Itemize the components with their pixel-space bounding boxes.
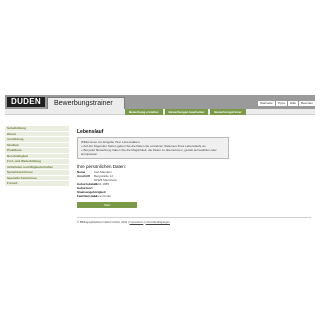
app-window: DUDEN Bewerbungstrainer Startseite Tipps… bbox=[5, 95, 315, 226]
sidebar: Schulbildung Dienst Ausbildung Studium P… bbox=[5, 126, 69, 187]
duden-logo: DUDEN bbox=[7, 97, 45, 107]
topnav-beenden[interactable]: Beenden bbox=[298, 101, 315, 106]
page-title: Lebenslauf bbox=[77, 129, 104, 135]
footer-copyright: © Bibliographisches Institut GmbH, 2011 … bbox=[77, 220, 129, 224]
impressum-link[interactable]: Impressum bbox=[130, 220, 144, 224]
personal-data-heading: Ihre persönlichen Daten: bbox=[77, 164, 127, 169]
start-button[interactable]: Start bbox=[77, 202, 137, 208]
data-key: Familienstand bbox=[77, 194, 98, 198]
footer-divider bbox=[77, 217, 311, 218]
step-bewerbungstrainer[interactable]: Bewerbungstrainer bbox=[210, 109, 246, 115]
top-navigation: Startseite Tipps Hilfe Beenden bbox=[258, 101, 315, 106]
notice-line: » Bei jeder Bewerbung haben Sie die Mögl… bbox=[81, 148, 217, 156]
step-bewerbungen-bearbeiten[interactable]: Bewerbungen bearbeiten bbox=[164, 109, 209, 115]
step-bar: Bewerbung erstellen Bewerbungen bearbeit… bbox=[5, 109, 315, 115]
main-content: Lebenslauf Willkommen zur Eingabe Ihrer … bbox=[77, 129, 311, 208]
app-title: Bewerbungstrainer bbox=[47, 97, 125, 109]
data-value: Leere Kinder bbox=[94, 194, 112, 198]
topnav-tipps[interactable]: Tipps bbox=[275, 101, 287, 106]
info-notice: Willkommen zur Eingabe Ihrer Lebensdaten… bbox=[77, 137, 229, 159]
lizenzbedingungen-link[interactable]: Lizenzbedingungen bbox=[146, 220, 170, 224]
sidebar-item-freizeit[interactable]: Freizeit bbox=[5, 181, 69, 187]
header-bar: DUDEN Bewerbungstrainer Startseite Tipps… bbox=[5, 95, 315, 109]
personal-data-list: Name Karl Mandem Anschrift Bergstraße 12… bbox=[77, 170, 311, 198]
topnav-startseite[interactable]: Startseite bbox=[258, 101, 275, 106]
step-bewerbung-erstellen[interactable]: Bewerbung erstellen bbox=[125, 109, 163, 115]
footer: © Bibliographisches Institut GmbH, 2011 … bbox=[77, 220, 170, 224]
data-value: 28.01.1985 bbox=[94, 182, 110, 186]
topnav-hilfe[interactable]: Hilfe bbox=[287, 101, 298, 106]
step-tabs: Bewerbung erstellen Bewerbungen bearbeit… bbox=[125, 109, 246, 115]
data-row: Familienstand Leere Kinder bbox=[77, 194, 311, 198]
